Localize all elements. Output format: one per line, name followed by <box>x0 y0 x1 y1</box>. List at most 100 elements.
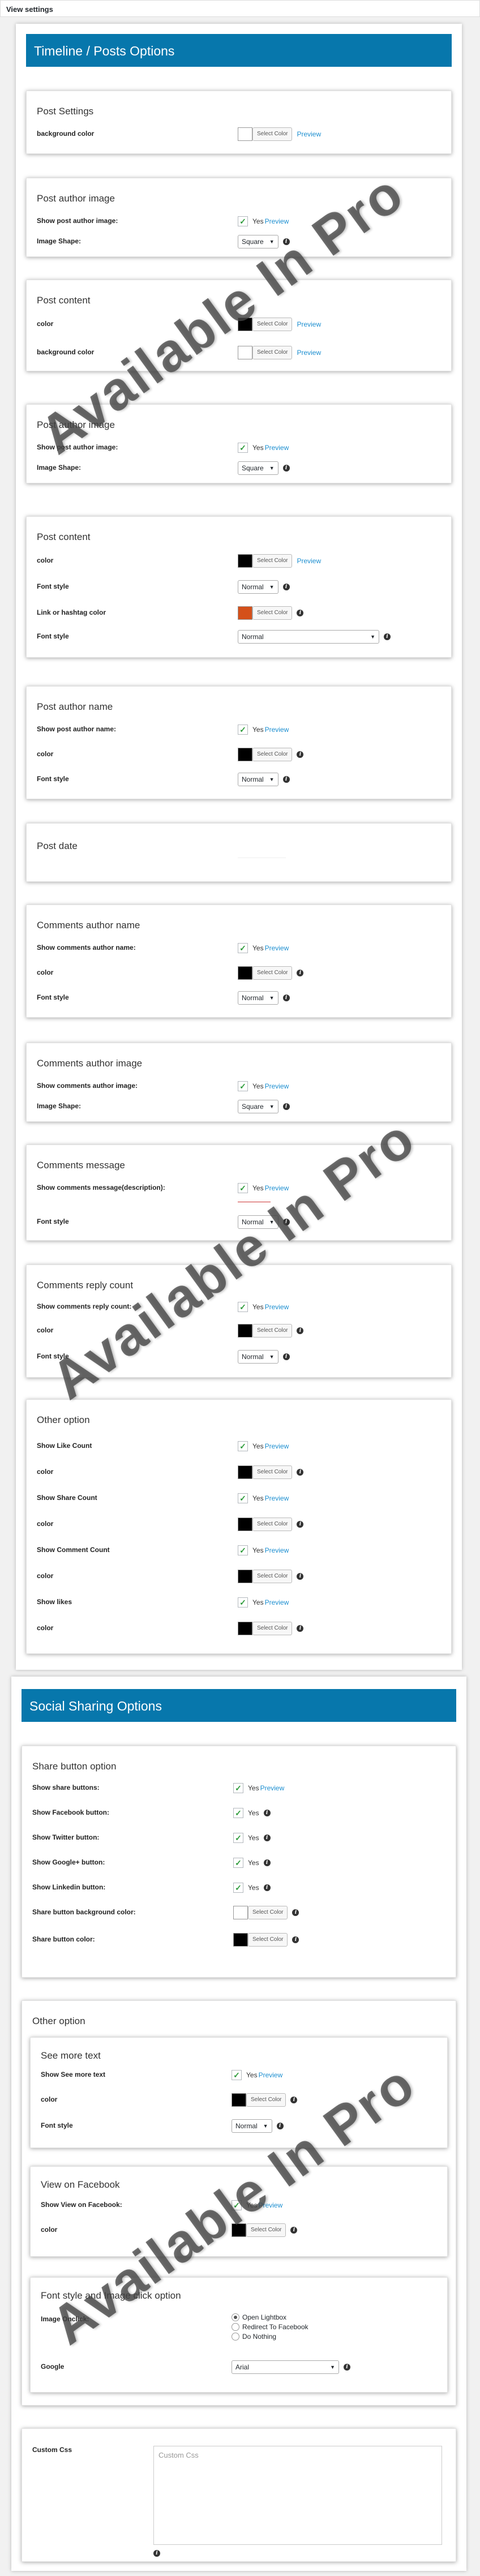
info-icon[interactable]: i <box>276 2123 284 2129</box>
select-color-button[interactable]: Select Color <box>252 554 293 568</box>
show-view-on-facebook-checkbox[interactable]: ✓ <box>232 2200 242 2210</box>
radio-do-nothing[interactable]: Do Nothing <box>232 2332 276 2341</box>
radio-button[interactable] <box>232 2333 239 2341</box>
select-color-button[interactable]: Select Color <box>252 1518 293 1531</box>
info-icon[interactable]: i <box>290 2227 298 2234</box>
preview-link[interactable]: Preview <box>297 130 321 138</box>
select-color-button[interactable]: Select Color <box>252 127 293 141</box>
preview-link[interactable]: Preview <box>265 1546 289 1554</box>
select-color-button[interactable]: Select Color <box>248 1906 288 1919</box>
show-reply-count-checkbox[interactable]: ✓ <box>238 1302 248 1312</box>
show-likes-checkbox[interactable]: ✓ <box>238 1597 248 1608</box>
color-swatch[interactable] <box>238 1518 252 1531</box>
preview-link[interactable]: Preview <box>265 1442 289 1450</box>
color-swatch[interactable] <box>238 606 252 620</box>
select-color-button[interactable]: Select Color <box>252 1570 293 1583</box>
select-color-button[interactable]: Select Color <box>246 2093 286 2107</box>
preview-link[interactable]: Preview <box>297 557 321 565</box>
info-icon[interactable]: i <box>263 1884 271 1891</box>
show-share-count-checkbox[interactable]: ✓ <box>238 1493 248 1503</box>
color-swatch[interactable] <box>238 1465 252 1479</box>
preview-link[interactable]: Preview <box>265 444 289 452</box>
color-swatch[interactable] <box>233 1906 248 1919</box>
radio-button[interactable] <box>232 2323 239 2331</box>
info-icon[interactable]: i <box>297 1625 304 1632</box>
show-see-more-checkbox[interactable]: ✓ <box>232 2070 242 2080</box>
select-color-button[interactable]: Select Color <box>252 346 293 359</box>
show-author-image-checkbox[interactable]: ✓ <box>238 216 248 226</box>
info-icon[interactable]: i <box>282 1353 290 1360</box>
info-icon[interactable]: i <box>297 1521 304 1528</box>
color-swatch[interactable] <box>238 318 252 331</box>
preview-link[interactable]: Preview <box>297 349 321 357</box>
info-icon[interactable]: i <box>282 1219 290 1225</box>
info-icon[interactable]: i <box>344 2364 350 2371</box>
custom-css-textarea[interactable]: Custom Css <box>153 2446 442 2545</box>
font-style-select[interactable]: Normal ▼ <box>238 991 278 1005</box>
info-icon[interactable]: i <box>292 1936 299 1943</box>
show-author-name-checkbox[interactable]: ✓ <box>238 725 248 735</box>
show-facebook-button-checkbox[interactable]: ✓ <box>233 1808 243 1818</box>
info-icon[interactable]: i <box>290 2097 298 2103</box>
preview-link[interactable]: Preview <box>265 217 289 225</box>
info-icon[interactable]: i <box>282 995 290 1001</box>
select-color-button[interactable]: Select Color <box>252 1324 293 1338</box>
show-comments-author-name-checkbox[interactable]: ✓ <box>238 943 248 953</box>
info-icon[interactable]: i <box>292 1909 299 1916</box>
color-swatch[interactable] <box>238 1622 252 1635</box>
show-twitter-button-checkbox[interactable]: ✓ <box>233 1833 243 1843</box>
font-style-select[interactable]: Normal ▼ <box>238 580 278 594</box>
info-icon[interactable]: i <box>263 1859 271 1866</box>
preview-link[interactable]: Preview <box>265 1184 289 1192</box>
radio-button[interactable] <box>232 2313 239 2321</box>
select-color-button[interactable]: Select Color <box>252 1622 293 1635</box>
google-font-select[interactable]: Arial ▼ <box>232 2360 339 2374</box>
select-color-button[interactable]: Select Color <box>252 966 293 980</box>
show-like-count-checkbox[interactable]: ✓ <box>238 1441 248 1451</box>
info-icon[interactable]: i <box>263 1835 271 1841</box>
font-style-select[interactable]: Normal ▼ <box>238 773 278 786</box>
color-swatch[interactable] <box>238 554 252 568</box>
color-swatch[interactable] <box>238 127 252 141</box>
info-icon[interactable]: i <box>282 465 290 472</box>
show-linkedin-button-checkbox[interactable]: ✓ <box>233 1883 243 1893</box>
font-style-select[interactable]: Normal ▼ <box>238 1215 278 1229</box>
select-color-button[interactable]: Select Color <box>246 2223 286 2237</box>
info-icon[interactable]: i <box>282 776 290 783</box>
info-icon[interactable]: i <box>153 2550 160 2557</box>
radio-redirect-facebook[interactable]: Redirect To Facebook <box>232 2322 308 2331</box>
select-color-button[interactable]: Select Color <box>248 1933 288 1947</box>
color-swatch[interactable] <box>233 1933 248 1947</box>
info-icon[interactable]: i <box>297 1469 304 1476</box>
info-icon[interactable]: i <box>282 1103 290 1110</box>
info-icon[interactable]: i <box>263 1810 271 1816</box>
preview-link[interactable]: Preview <box>265 1303 289 1311</box>
preview-link[interactable]: Preview <box>259 2071 283 2079</box>
show-comments-author-image-checkbox[interactable]: ✓ <box>238 1081 248 1091</box>
font-style-select[interactable]: Normal ▼ <box>232 2119 272 2133</box>
image-shape-select[interactable]: Square ▼ <box>238 1100 278 1113</box>
show-comments-message-checkbox[interactable]: ✓ <box>238 1183 248 1193</box>
preview-link[interactable]: Preview <box>265 1082 289 1090</box>
select-color-button[interactable]: Select Color <box>252 748 293 761</box>
font-family-select[interactable]: Normal ▼ <box>238 630 379 644</box>
color-swatch[interactable] <box>238 1570 252 1583</box>
info-icon[interactable]: i <box>297 1573 304 1580</box>
show-share-buttons-checkbox[interactable]: ✓ <box>233 1783 243 1793</box>
info-icon[interactable]: i <box>297 751 304 758</box>
preview-link[interactable]: Preview <box>265 1494 289 1502</box>
preview-link[interactable]: Preview <box>297 320 321 328</box>
info-icon[interactable]: i <box>297 1327 304 1334</box>
info-icon[interactable]: i <box>297 610 304 616</box>
color-swatch[interactable] <box>238 966 252 980</box>
color-swatch[interactable] <box>232 2093 246 2107</box>
select-color-button[interactable]: Select Color <box>252 606 293 620</box>
show-author-image-checkbox[interactable]: ✓ <box>238 443 248 453</box>
info-icon[interactable]: i <box>282 238 290 245</box>
preview-link[interactable]: Preview <box>259 2201 283 2209</box>
show-comment-count-checkbox[interactable]: ✓ <box>238 1545 248 1555</box>
color-swatch[interactable] <box>238 346 252 359</box>
preview-link[interactable]: Preview <box>265 1598 289 1606</box>
preview-link[interactable]: Preview <box>265 726 289 734</box>
color-swatch[interactable] <box>238 748 252 761</box>
